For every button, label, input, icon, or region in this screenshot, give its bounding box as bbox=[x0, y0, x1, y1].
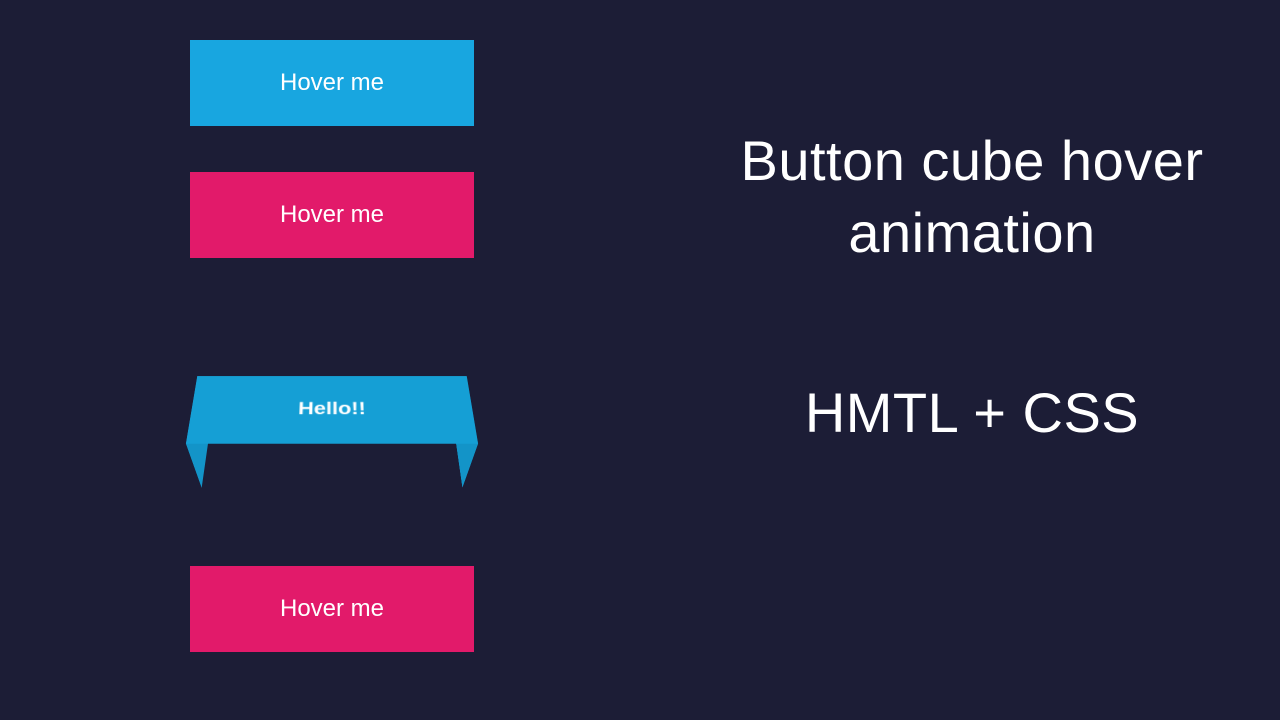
cube-front-label: Hello!! bbox=[298, 399, 366, 419]
title-panel: Button cube hover animation HMTL + CSS bbox=[640, 0, 1280, 720]
hover-button-1[interactable]: Hover me bbox=[190, 40, 474, 126]
subheadline: HMTL + CSS bbox=[662, 380, 1280, 445]
hover-button-2[interactable]: Hover me bbox=[190, 172, 474, 258]
hover-button-4[interactable]: Hover me bbox=[190, 566, 474, 652]
cube-inner: Hover me Hello!! bbox=[194, 401, 470, 467]
hover-button-1-label: Hover me bbox=[280, 69, 384, 97]
demo-stage: Hover me Hover me Hover me Hello!! Hover… bbox=[0, 0, 640, 720]
headline-line-1: Button cube hover bbox=[662, 128, 1280, 193]
headline-line-2: animation bbox=[662, 200, 1280, 265]
cube-hover-button[interactable]: Hover me Hello!! bbox=[190, 390, 474, 476]
hover-button-2-label: Hover me bbox=[280, 201, 384, 229]
cube-face-front: Hello!! bbox=[186, 376, 478, 444]
hover-button-4-label: Hover me bbox=[280, 595, 384, 623]
